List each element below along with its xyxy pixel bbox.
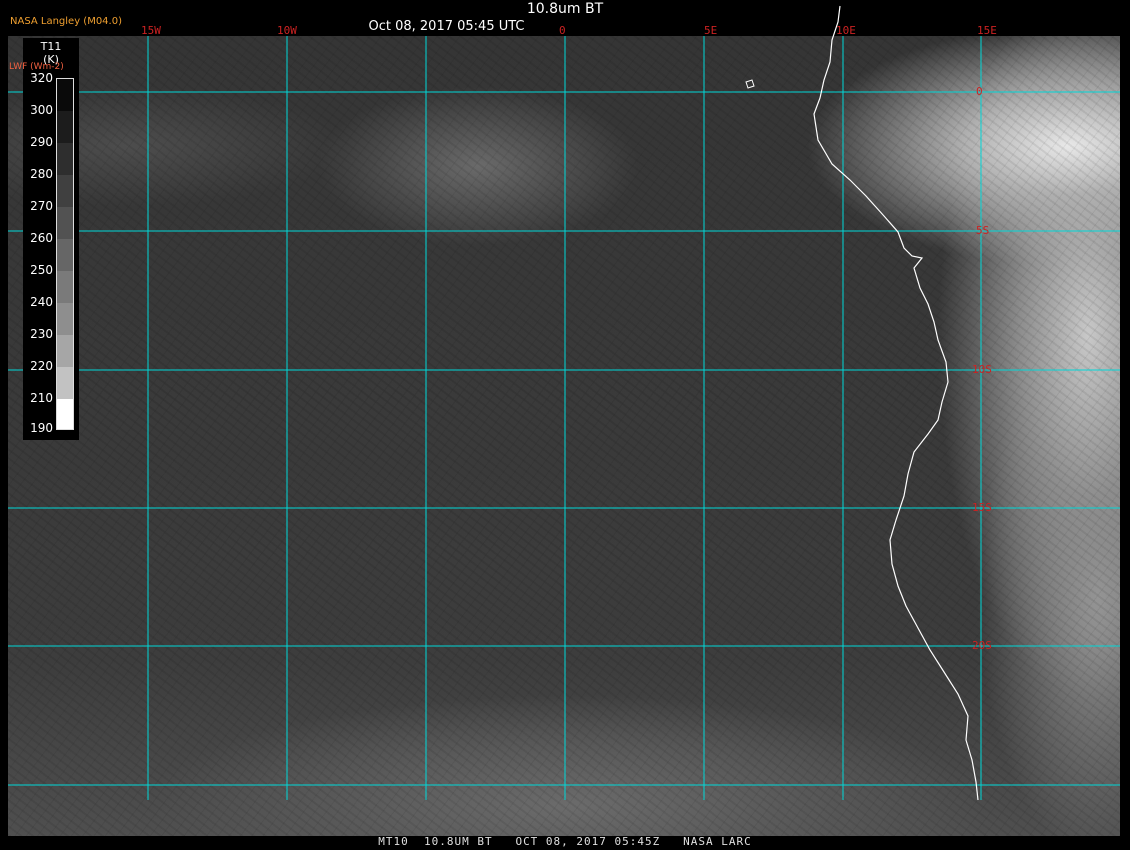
- lon-label-0: 0: [559, 24, 566, 37]
- legend-swatch: [57, 207, 73, 239]
- legend-swatch: [57, 367, 73, 399]
- product-title: 10.8um BT: [526, 1, 604, 17]
- legend-tick-label: 260: [30, 231, 53, 245]
- map-overlay: [8, 5, 1120, 801]
- legend-tick-label: 290: [30, 135, 53, 149]
- legend-tick-label: 230: [30, 327, 53, 341]
- legend-swatch: [57, 399, 73, 429]
- legend-tick-label: 240: [30, 295, 53, 309]
- legend-swatch: [57, 303, 73, 335]
- lwf-label: LWF (Wm-2): [9, 62, 64, 72]
- temperature-legend: T11 (K) 320 300 290 280 270 260 250 240 …: [23, 38, 79, 440]
- lon-label-10w: 10W: [277, 24, 297, 37]
- legend-tick-label: 190: [30, 421, 53, 435]
- lat-label-5s: 5S: [976, 224, 990, 237]
- legend-tick-label: 300: [30, 103, 53, 117]
- satellite-image-viewer: 10.8um BT Oct 08, 2017 05:45 UTC NASA La…: [0, 0, 1130, 850]
- legend-tick-label: 280: [30, 167, 53, 181]
- legend-swatch: [57, 335, 73, 367]
- lat-label-10s: 10S: [972, 363, 992, 376]
- lat-label-0: 0: [976, 85, 983, 98]
- legend-swatch: [57, 271, 73, 303]
- image-footer: MT10 10.8UM BT OCT 08, 2017 05:45Z NASA …: [378, 835, 752, 848]
- legend-swatch: [57, 79, 73, 111]
- lat-label-20s: 20S: [972, 639, 992, 652]
- legend-tick-label: 220: [30, 359, 53, 373]
- observation-timestamp: Oct 08, 2017 05:45 UTC: [368, 19, 525, 34]
- legend-tick-label: 210: [30, 391, 53, 405]
- legend-variable: T11: [40, 40, 62, 53]
- legend-tick-label: 320: [30, 71, 53, 85]
- legend-swatch: [57, 143, 73, 175]
- lon-label-5e: 5E: [704, 24, 718, 37]
- legend-tick-label: 250: [30, 263, 53, 277]
- legend-tick-label: 270: [30, 199, 53, 213]
- provider-label: NASA Langley (M04.0): [10, 16, 122, 27]
- lon-label-15e: 15E: [977, 24, 997, 37]
- lat-label-15s: 15S: [972, 501, 992, 514]
- coastline-africa: [813, 5, 979, 801]
- legend-color-scale: [56, 78, 74, 430]
- bioko-island: [745, 79, 755, 89]
- lon-label-15w: 15W: [141, 24, 161, 37]
- legend-swatch: [57, 239, 73, 271]
- legend-swatch: [57, 175, 73, 207]
- legend-swatch: [57, 111, 73, 143]
- lon-label-10e: 10E: [836, 24, 856, 37]
